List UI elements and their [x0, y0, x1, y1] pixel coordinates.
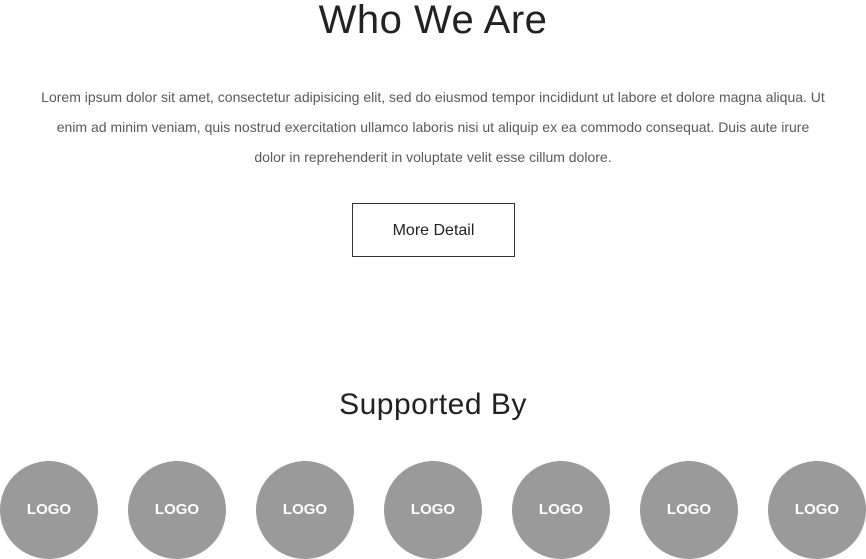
supported-by-title: Supported By — [339, 388, 527, 421]
sponsor-logo[interactable]: LOGO — [256, 461, 354, 559]
sponsor-logo[interactable]: LOGO — [512, 461, 610, 559]
sponsor-logo-row: LOGO LOGO LOGO LOGO LOGO LOGO LOGO — [0, 461, 866, 559]
more-detail-button[interactable]: More Detail — [352, 203, 515, 257]
sponsor-logo[interactable]: LOGO — [640, 461, 738, 559]
who-we-are-title: Who We Are — [318, 0, 548, 42]
sponsor-logo[interactable]: LOGO — [768, 461, 866, 559]
sponsor-logo[interactable]: LOGO — [128, 461, 226, 559]
who-we-are-description: Lorem ipsum dolor sit amet, consectetur … — [41, 89, 825, 165]
sponsor-logo[interactable]: LOGO — [0, 461, 98, 559]
sponsor-logo[interactable]: LOGO — [384, 461, 482, 559]
